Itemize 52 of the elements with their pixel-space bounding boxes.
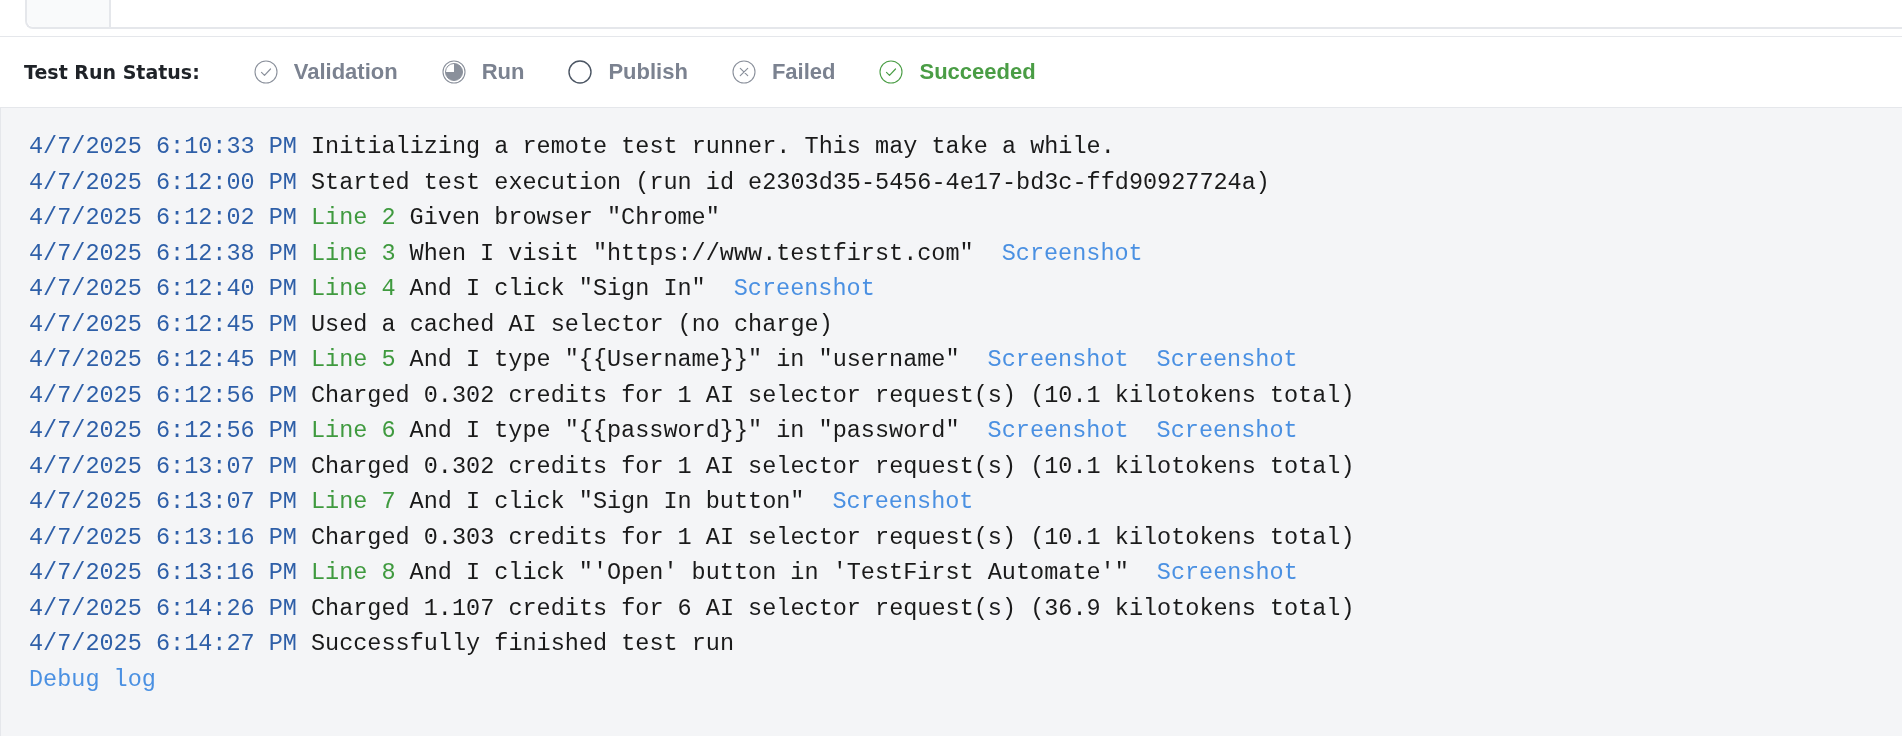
line-label: Line 2 xyxy=(310,203,396,233)
log-message: Initializing a remote test runner. This may take a while. xyxy=(310,132,1115,162)
log-message: Given browser "Chrome" xyxy=(409,203,720,233)
status-step-label: Validation xyxy=(293,59,398,85)
screenshot-link[interactable]: Screenshot xyxy=(832,484,974,520)
screenshot-link[interactable]: Screenshot xyxy=(1156,342,1298,378)
status-step-label: Publish xyxy=(608,59,688,85)
line-label: Line 3 xyxy=(310,238,396,269)
log-message: Used a cached AI selector (no charge) xyxy=(310,309,833,340)
log-message: And I type "{{password}}" in "password" xyxy=(409,416,960,446)
log-timestamp: 4/7/2025 6:13:07 PM xyxy=(29,487,297,517)
line-label: Line 7 xyxy=(310,487,396,517)
log-timestamp: 4/7/2025 6:13:16 PM xyxy=(29,558,297,588)
screenshot-link[interactable]: Screenshot xyxy=(1156,555,1298,591)
log-timestamp: 4/7/2025 6:12:56 PM xyxy=(29,416,297,446)
screenshot-link[interactable]: Screenshot xyxy=(1001,235,1143,271)
log-timestamp: 4/7/2025 6:12:38 PM xyxy=(29,238,297,269)
log-message: Charged 0.303 credits for 1 AI selector request(s) (10.1 kilotokens total) xyxy=(310,522,1355,553)
log-timestamp: 4/7/2025 6:12:00 PM xyxy=(29,167,297,198)
log-message: Charged 0.302 credits for 1 AI selector request(s) (10.1 kilotokens total) xyxy=(310,380,1355,411)
log-message: And I click "'Open' button in 'TestFirst Automate'" xyxy=(409,558,1129,588)
screenshot-link[interactable]: Screenshot xyxy=(1156,413,1298,449)
log-timestamp: 4/7/2025 6:12:02 PM xyxy=(29,203,297,233)
log-timestamp: 4/7/2025 6:12:45 PM xyxy=(29,309,297,340)
log-timestamp: 4/7/2025 6:13:07 PM xyxy=(29,451,297,482)
log-message: And I click "Sign In button" xyxy=(409,487,805,517)
status-step-label: Failed xyxy=(771,59,836,85)
debug-log-link[interactable]: Debug log xyxy=(29,661,156,697)
log-message: And I click "Sign In" xyxy=(409,274,706,304)
log-message: Charged 1.107 credits for 6 AI selector request(s) (36.9 kilotokens total) xyxy=(310,593,1355,624)
log-message: And I type "{{Username}}" in "username" xyxy=(409,345,960,375)
log-timestamp: 4/7/2025 6:13:16 PM xyxy=(29,522,297,553)
log-timestamp: 4/7/2025 6:14:27 PM xyxy=(29,629,297,659)
status-label: Test Run Status: xyxy=(24,61,200,83)
status-step-label: Succeeded xyxy=(919,59,1036,85)
screenshot-link[interactable]: Screenshot xyxy=(733,271,875,307)
screenshot-link[interactable]: Screenshot xyxy=(987,413,1129,449)
line-label: Line 4 xyxy=(310,274,396,304)
log-timestamp: 4/7/2025 6:10:33 PM xyxy=(29,132,297,162)
log-timestamp: 4/7/2025 6:12:45 PM xyxy=(29,345,297,375)
status-step-label: Run xyxy=(481,59,525,85)
log-timestamp: 4/7/2025 6:14:26 PM xyxy=(29,593,297,624)
log-message: Started test execution (run id e2303d35-5456-4e17-bd3c-ffd90927724a) xyxy=(310,167,1270,198)
log-message: When I visit "https://www.testfirst.com" xyxy=(409,238,974,269)
log-timestamp: 4/7/2025 6:12:56 PM xyxy=(29,380,297,411)
screenshot-link[interactable]: Screenshot xyxy=(987,342,1129,378)
line-label: Line 5 xyxy=(310,345,396,375)
log-message: Successfully finished test run xyxy=(310,629,735,659)
line-label: Line 8 xyxy=(310,558,396,588)
log-message: Charged 0.302 credits for 1 AI selector request(s) (10.1 kilotokens total) xyxy=(310,451,1355,482)
line-label: Line 6 xyxy=(310,416,396,446)
log-timestamp: 4/7/2025 6:12:40 PM xyxy=(29,274,297,304)
